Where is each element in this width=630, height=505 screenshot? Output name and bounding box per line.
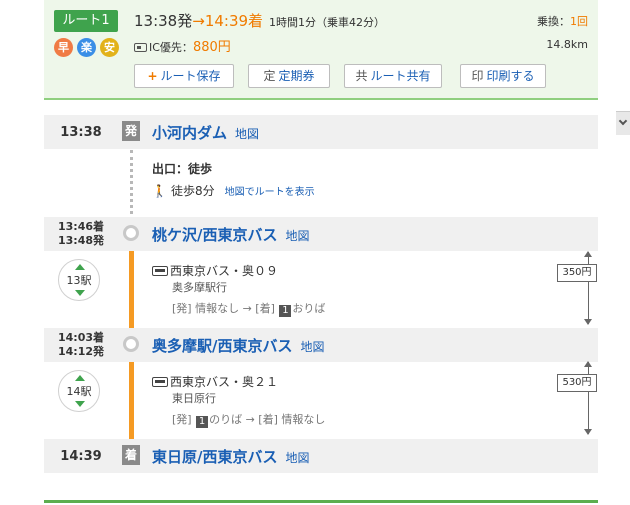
fare-range-indicator [584, 361, 592, 435]
side-panel-toggle[interactable] [616, 111, 630, 135]
show-route-on-map-link[interactable]: 地図でルートを表示 [225, 187, 315, 198]
bus-line-name: 西東京バス・奥０９ [152, 262, 278, 279]
pass-icon: 定 [263, 69, 276, 83]
next-route-border [44, 500, 598, 503]
time-arrow: → [192, 12, 205, 30]
bus-line-text: 西東京バス・奥２１ [170, 375, 279, 389]
station-name-text[interactable]: 小河内ダム [152, 124, 227, 142]
printer-icon: 印 [471, 69, 484, 83]
station-name[interactable]: 東日原/西東京バス 地図 [152, 446, 310, 467]
ic-label: IC優先： [149, 41, 193, 54]
exit-walk-label: 出口：徒歩 [152, 162, 213, 176]
bus-line-segment-2 [129, 350, 134, 446]
bus-destination: 東日原行 [172, 392, 216, 405]
chevron-down-icon [618, 116, 628, 126]
station-time: 13:46着 13:48発 [44, 220, 118, 248]
walking-person-icon: 🚶 [152, 184, 167, 198]
commuter-pass-button[interactable]: 定定期券 [248, 64, 330, 88]
total-duration: 1時間1分（乗車42分） [269, 16, 386, 29]
station-name-text[interactable]: 東日原/西東京バス [152, 448, 277, 466]
chevron-down-icon [75, 290, 85, 296]
platform-number: 1 [279, 305, 292, 317]
station-row: 14:03着 14:12発 奥多摩駅/西東京バス 地図 [44, 328, 598, 362]
transfer-label: 乗換： [537, 15, 570, 28]
boarding-info-prefix: [発] 情報なし → [着] [172, 302, 279, 315]
bus-icon [152, 266, 168, 276]
boarding-info-suffix: のりば → [着] 情報なし [209, 413, 326, 426]
boarding-info: [発] 1 のりば → [着] 情報なし [172, 411, 325, 428]
boarding-info-suffix: おりば [292, 302, 326, 315]
station-row: 13:38 発 小河内ダム 地図 [44, 115, 598, 149]
easiest-badge-icon: 楽 [77, 38, 96, 57]
station-name-text[interactable]: 桃ケ沢/西東京バス [152, 226, 277, 244]
commuter-pass-label: 定期券 [278, 69, 315, 83]
station-row: 13:46着 13:48発 桃ケ沢/西東京バス 地図 [44, 217, 598, 251]
transfer-count: 乗換：1回 [537, 13, 588, 29]
stop-count-toggle[interactable]: 14駅 [58, 370, 100, 412]
station-name[interactable]: 小河内ダム 地図 [152, 122, 259, 143]
stop-count-toggle[interactable]: 13駅 [58, 259, 100, 301]
bus-line-segment-1 [129, 238, 134, 342]
bus-line-name: 西東京バス・奥２１ [152, 373, 278, 390]
departure-marker: 発 [122, 121, 140, 141]
route-distance: 14.8km [546, 38, 588, 51]
arrival-marker: 着 [122, 445, 140, 465]
station-time: 14:03着 14:12発 [44, 331, 118, 359]
stop-count: 13駅 [66, 274, 92, 287]
boarding-info: [発] 情報なし → [着] 1 おりば [172, 300, 325, 317]
chevron-down-icon [75, 401, 85, 407]
walk-path-line [130, 150, 133, 220]
departure-time-text: 13:48発 [57, 234, 104, 247]
bus-icon [152, 377, 168, 387]
route-times: 13:38発→14:39着 1時間1分（乗車42分） [134, 10, 385, 31]
route-summary-header: ルート1 早 楽 安 13:38発→14:39着 1時間1分（乗車42分） IC優… [44, 0, 598, 100]
segment-fare: 530円 [557, 374, 597, 392]
fare-range-indicator [584, 251, 592, 325]
station-time: 14:39 [60, 449, 102, 464]
ic-card-icon [134, 43, 147, 52]
station-time: 13:38 [60, 125, 102, 140]
transfer-node-icon [123, 336, 139, 352]
save-route-button[interactable]: + ルート保存 [134, 64, 234, 88]
station-row: 14:39 着 東日原/西東京バス 地図 [44, 439, 598, 473]
share-route-button[interactable]: 共ルート共有 [344, 64, 442, 88]
departure-time-text: 14:12発 [57, 345, 104, 358]
total-fare: 880円 [192, 40, 231, 55]
print-label: 印刷する [486, 69, 535, 83]
chevron-up-icon [75, 264, 85, 270]
station-name[interactable]: 奥多摩駅/西東京バス 地図 [152, 335, 325, 356]
walk-time: 徒歩8分 [170, 184, 215, 198]
map-link[interactable]: 地図 [285, 229, 309, 243]
walk-info: 🚶 徒歩8分 地図でルートを表示 [152, 182, 315, 199]
transfer-node-icon [123, 225, 139, 241]
chevron-up-icon [75, 375, 85, 381]
platform-number: 1 [196, 416, 209, 428]
cheapest-badge-icon: 安 [100, 38, 119, 57]
plus-icon: + [147, 69, 158, 83]
arrival-time: 14:39着 [204, 12, 264, 30]
bus-destination: 奥多摩駅行 [172, 281, 227, 294]
map-link[interactable]: 地図 [285, 451, 309, 465]
route-label-badge: ルート1 [54, 10, 118, 32]
share-icon: 共 [355, 69, 368, 83]
print-button[interactable]: 印印刷する [460, 64, 546, 88]
boarding-info-prefix: [発] [172, 413, 196, 426]
bus-line-text: 西東京バス・奥０９ [170, 264, 279, 278]
fastest-badge-icon: 早 [54, 38, 73, 57]
share-route-label: ルート共有 [370, 69, 431, 83]
map-link[interactable]: 地図 [235, 127, 259, 141]
arrival-time-text: 14:03着 [57, 331, 104, 344]
station-name-text[interactable]: 奥多摩駅/西東京バス [152, 337, 292, 355]
station-name[interactable]: 桃ケ沢/西東京バス 地図 [152, 224, 310, 245]
stop-count: 14駅 [66, 385, 92, 398]
departure-time: 13:38発 [134, 12, 193, 30]
transfer-value: 1回 [570, 15, 588, 28]
segment-fare: 350円 [557, 264, 597, 282]
fare-row: IC優先：880円 [134, 36, 231, 55]
map-link[interactable]: 地図 [300, 340, 324, 354]
arrival-time-text: 13:46着 [57, 220, 104, 233]
save-route-label: ルート保存 [160, 69, 221, 83]
